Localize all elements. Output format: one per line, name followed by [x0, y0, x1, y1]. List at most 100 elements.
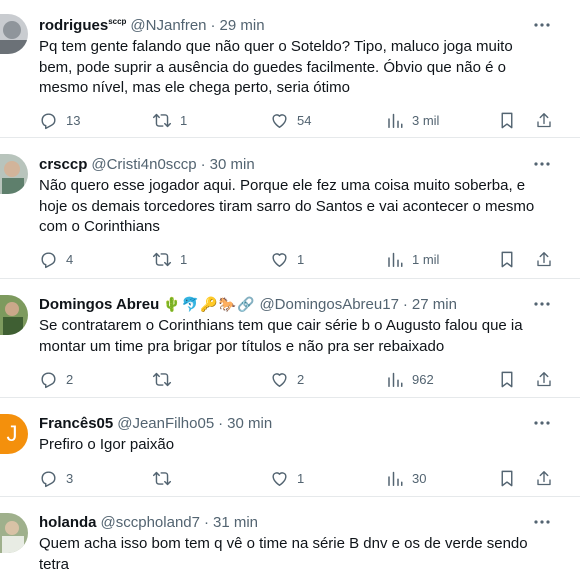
share-button[interactable] [535, 108, 553, 132]
name-emojis: 🌵🐬🔑🐎🔗 [163, 295, 256, 312]
like-button[interactable]: 1 [270, 466, 304, 490]
bookmark-icon [501, 251, 513, 267]
user-handle[interactable]: @Cristi4n0sccp [91, 156, 196, 173]
avatar[interactable] [0, 14, 28, 54]
like-count: 54 [297, 112, 312, 128]
retweet-count: 1 [180, 112, 188, 128]
tweet-header: holanda @sccpholand7 · 31 min [39, 512, 258, 532]
share-button[interactable] [535, 367, 553, 391]
timestamp[interactable]: 27 min [412, 296, 457, 313]
avatar-letter: J [6, 421, 18, 446]
reply-icon [41, 371, 56, 388]
retweet-button[interactable]: 1 [152, 247, 187, 271]
retweet-count: 1 [180, 251, 188, 267]
tweet[interactable]: J Francês05 @JeanFilho05 · 30 min Prefir… [0, 399, 580, 497]
user-handle[interactable]: @NJanfren [130, 17, 206, 34]
views-count: 962 [412, 371, 434, 387]
separator-dot: · [200, 155, 206, 173]
timestamp[interactable]: 30 min [210, 156, 255, 173]
tweet-actions: 2 2 962 [0, 367, 580, 391]
reply-count: 4 [66, 251, 74, 267]
user-handle[interactable]: @JeanFilho05 [117, 415, 214, 432]
tweet-text: Se contratarem o Corinthians tem que cai… [39, 317, 523, 355]
bookmark-button[interactable] [499, 466, 515, 490]
more-icon[interactable] [532, 413, 552, 433]
tweet-header: crsccp @Cristi4n0sccp · 30 min [39, 154, 255, 174]
avatar[interactable] [0, 154, 28, 194]
bookmark-icon [501, 371, 513, 387]
views-count: 1 mil [412, 251, 440, 267]
tweet-feed: rodriguessccp @NJanfren · 29 min Pq tem … [0, 0, 580, 576]
tweet-header: Francês05 @JeanFilho05 · 30 min [39, 413, 272, 433]
tweet[interactable]: holanda @sccpholand7 · 31 min Quem acha … [0, 498, 580, 576]
avatar[interactable] [0, 295, 28, 335]
user-handle[interactable]: @DomingosAbreu17 [259, 296, 398, 313]
like-icon [272, 372, 287, 387]
retweet-icon [152, 113, 172, 127]
bookmark-button[interactable] [499, 367, 515, 391]
views-button[interactable]: 3 mil [386, 108, 439, 132]
separator-dot: · [210, 16, 216, 34]
tweet[interactable]: Domingos Abreu 🌵🐬🔑🐎🔗 @DomingosAbreu17 · … [0, 280, 580, 398]
views-count: 30 [412, 470, 427, 486]
display-name[interactable]: rodriguessccp [39, 17, 126, 34]
share-button[interactable] [535, 466, 553, 490]
views-button[interactable]: 962 [386, 367, 434, 391]
separator-dot: · [402, 295, 408, 313]
share-icon [537, 251, 551, 266]
like-button[interactable]: 1 [270, 247, 304, 271]
tweet-header: Domingos Abreu 🌵🐬🔑🐎🔗 @DomingosAbreu17 · … [39, 294, 457, 314]
tweet[interactable]: rodriguessccp @NJanfren · 29 min Pq tem … [0, 0, 580, 138]
timestamp[interactable]: 29 min [220, 17, 265, 34]
display-name[interactable]: Domingos Abreu [39, 296, 159, 313]
more-icon[interactable] [532, 154, 552, 174]
tweet-text: Não quero esse jogador aqui. Porque ele … [39, 177, 535, 235]
like-icon [272, 471, 287, 486]
reply-icon [41, 470, 56, 487]
reply-count: 3 [66, 470, 74, 486]
retweet-button[interactable]: 1 [152, 108, 187, 132]
more-icon[interactable] [532, 512, 552, 532]
tweet-actions: 13 1 54 3 mil [0, 108, 580, 132]
bookmark-icon [501, 470, 513, 486]
reply-count: 13 [66, 112, 81, 128]
share-button[interactable] [535, 247, 553, 271]
retweet-button[interactable] [152, 466, 180, 490]
views-button[interactable]: 30 [386, 466, 426, 490]
reply-button[interactable]: 2 [39, 367, 73, 391]
like-button[interactable]: 2 [270, 367, 304, 391]
retweet-button[interactable] [152, 367, 180, 391]
views-icon [388, 252, 403, 267]
display-name[interactable]: holanda [39, 514, 97, 531]
reply-button[interactable]: 3 [39, 466, 73, 490]
display-name[interactable]: Francês05 [39, 415, 113, 432]
avatar[interactable]: J [0, 414, 28, 454]
tweet[interactable]: crsccp @Cristi4n0sccp · 30 min Não quero… [0, 139, 580, 279]
like-icon [272, 252, 287, 267]
bookmark-button[interactable] [499, 108, 515, 132]
timestamp[interactable]: 30 min [227, 415, 272, 432]
tweet-text: Quem acha isso bom tem q vê o time na sé… [39, 535, 528, 573]
separator-dot: · [218, 414, 224, 432]
user-handle[interactable]: @sccpholand7 [101, 514, 200, 531]
timestamp[interactable]: 31 min [213, 514, 258, 531]
tweet-actions: 3 1 30 [0, 466, 580, 490]
share-icon [537, 470, 551, 485]
bookmark-button[interactable] [499, 247, 515, 271]
retweet-icon [152, 372, 172, 386]
like-count: 1 [297, 251, 305, 267]
views-count: 3 mil [412, 112, 440, 128]
share-icon [537, 112, 551, 127]
avatar[interactable] [0, 513, 28, 553]
tweet-actions: 4 1 1 1 mil [0, 247, 580, 271]
reply-button[interactable]: 13 [39, 108, 80, 132]
tweet-header: rodriguessccp @NJanfren · 29 min [39, 15, 265, 35]
like-button[interactable]: 54 [270, 108, 311, 132]
separator-dot: · [203, 513, 209, 531]
reply-button[interactable]: 4 [39, 247, 73, 271]
like-count: 1 [297, 470, 305, 486]
more-icon[interactable] [532, 15, 552, 35]
views-button[interactable]: 1 mil [386, 247, 439, 271]
more-icon[interactable] [532, 294, 552, 314]
display-name[interactable]: crsccp [39, 156, 87, 173]
